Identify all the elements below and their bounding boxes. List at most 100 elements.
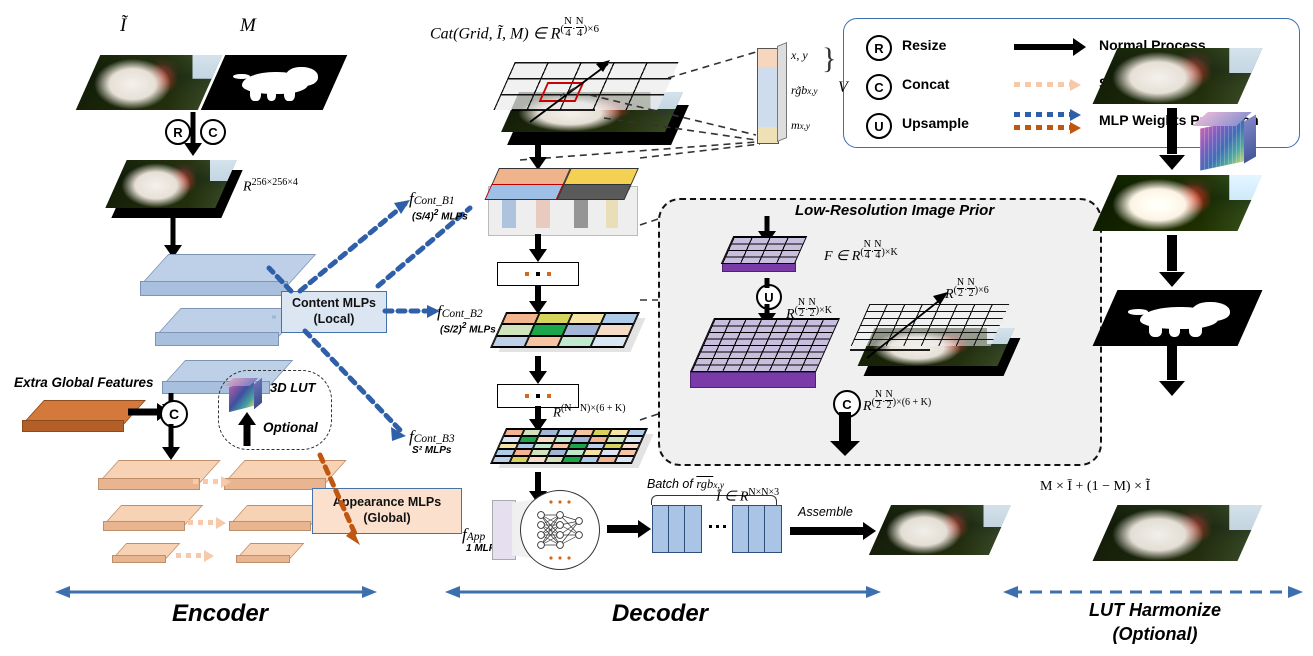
resized-tensor-plate (105, 160, 237, 208)
f-cont-b2-note: (S/2)2 MLPs (440, 320, 496, 336)
extra-global-features-label: Extra Global Features (14, 375, 154, 390)
skip-connection-arrow-3-icon (176, 550, 218, 562)
tensor-to-encoder-arrow-icon (163, 218, 183, 258)
skip-connection-arrow-2-icon (188, 517, 230, 529)
legend-concat-label: Concat (902, 76, 950, 92)
decoder-peach-slab-l1 (98, 460, 221, 490)
vector-v-segment-rgb (758, 66, 778, 129)
b1-to-dots-arrow-icon (528, 234, 548, 262)
lut-cube-icon (224, 377, 262, 413)
decoder-peach-slab-r3 (236, 543, 305, 563)
appearance-mlps-title: Appearance MLPs (332, 495, 442, 510)
appearance-mlps-box[interactable]: Appearance MLPs (Global) (312, 488, 462, 534)
decoder-peach-slab-r1 (224, 460, 347, 490)
upsample-badge-icon: U (866, 113, 892, 139)
f-cont-b1-block (484, 168, 639, 236)
lut-to-mask-arrow-icon (1159, 235, 1185, 287)
concat-op-icon: C (200, 119, 226, 145)
resized-shape-sup: 256×256×4 (251, 177, 298, 188)
legend-skip-arrow-icon (1014, 79, 1086, 91)
cat-to-b1-arrow-icon (528, 140, 548, 170)
vector-v-segment-mask (758, 127, 778, 143)
decoder-peach-slab-l3 (112, 543, 181, 563)
content-mlps-subtitle: (Local) (313, 312, 355, 326)
encoder-feature-slab-1 (140, 254, 317, 296)
mlp-to-batch-arrow-icon (607, 520, 651, 538)
diagram-canvas: R Resize C Concat U Upsample Normal Proc… (0, 0, 1313, 656)
assemble-label: Assemble (798, 505, 853, 519)
content-mlps-title: Content MLPs (291, 296, 377, 311)
input-image-plate (75, 55, 223, 110)
encoder-down-arrow-b-icon (161, 424, 181, 460)
prior-grid-shape-label: R( N 2 · N 2)×6 (945, 277, 989, 303)
legend-upsample-label: Upsample (902, 115, 969, 131)
f-cont-b2-grid (489, 312, 646, 352)
extra-global-features-slab (22, 400, 146, 432)
low-res-prior-title: Low-Resolution Image Prior (795, 202, 995, 219)
f-cont-b2-label: fCont_B2 (437, 302, 483, 321)
vector-mask-label: mx,y (791, 118, 810, 132)
cat-expression-label: Cat(Grid, Ĩ, M) ∈ R( N 4 · N 4)×6 (430, 15, 600, 43)
lut-mask-plate (1092, 290, 1263, 346)
grid-axes-icon (512, 60, 610, 123)
vector-brace-icon: } (822, 42, 837, 75)
skip-connection-arrow-1-icon (193, 476, 235, 488)
prior-f-label: F ∈ R( N 4 · N 4)×K (824, 239, 898, 265)
b2-to-dots-arrow-icon (528, 356, 548, 384)
f-cont-b3-note: S² MLPs (412, 445, 452, 456)
prior-upsample-arrow-top-icon (758, 278, 776, 290)
legend-resize-label: Resize (902, 37, 947, 53)
assemble-arrow-icon (790, 522, 876, 540)
legend-mlp-blue-arrow-icon (1014, 109, 1086, 121)
appearance-mlps-subtitle: (Global) (363, 511, 411, 525)
r-nn-shape-label: R(N · N)×(6 + K) (553, 403, 626, 420)
vector-rgb-label: rg̃bx,y (791, 83, 818, 97)
f-cont-b1-label: fCont_B1 (409, 189, 455, 208)
resize-badge-icon: R (866, 35, 892, 61)
concat-badge-icon: C (866, 74, 892, 100)
batch-label: Batch of rgbx,y (647, 477, 725, 491)
lut-up-arrow-icon (237, 412, 257, 446)
prior-upsampled-slab (689, 318, 852, 388)
lut-input-image-plate (1092, 48, 1263, 104)
content-mlps-box[interactable]: Content MLPs (Local) (281, 291, 387, 333)
decoder-peach-slab-r2 (229, 505, 330, 531)
lut-label: 3D LUT (270, 380, 316, 395)
prior-feature-slab-f (720, 236, 812, 272)
lut-optional-label: Optional (263, 420, 318, 435)
vector-v-bar (757, 48, 779, 144)
f-cont-b3-grid (489, 428, 654, 470)
lut-apply-arrow-icon (1159, 108, 1185, 170)
f-cont-b1-note: (S/4)2 MLPs (412, 207, 468, 223)
vector-xy-label: x, y (791, 48, 808, 62)
final-output-image-plate (1092, 505, 1263, 561)
decoder-peach-slab-l2 (103, 505, 204, 531)
output-shape-label: Ī ∈ RN×N×3 (716, 487, 780, 505)
legend-mlp-orange-arrow-icon (1014, 122, 1086, 134)
mlp-network-icon (520, 490, 600, 570)
lut-harmonize-section-label: LUT Harmonize (1088, 600, 1221, 620)
dots-to-b2-arrow-icon (528, 286, 548, 314)
blend-expression-label: M × Ī + (1 − M) × Ĩ (1040, 479, 1151, 494)
lut-output-image-plate (1092, 175, 1263, 231)
prior-concat-arrow-icon (830, 412, 860, 456)
vector-v-segment-xy (758, 49, 778, 68)
resized-shape-label: R256×256×4 (243, 177, 298, 195)
mask-label: M (240, 15, 256, 36)
batch-of-rgb-stack (652, 505, 782, 555)
input-mask-plate (200, 55, 348, 110)
prior-grid-axes-icon (850, 292, 948, 359)
vector-v-label: V (838, 79, 848, 96)
lut-harmonize-section-sublabel: (Optional) (1112, 624, 1198, 644)
lut-cube-large-icon (1192, 112, 1256, 171)
blend-arrow-icon (1159, 344, 1185, 396)
encoder-feature-slab-2 (155, 308, 305, 346)
prior-concat-shape-label: R( N 2 · N 2)×(6 + K) (863, 389, 932, 415)
vector-v-side (777, 41, 787, 143)
decoder-output-image-plate (868, 505, 1012, 555)
f-cont-b3-label: fCont_B3 (409, 427, 455, 446)
decoder-section-label: Decoder (611, 600, 709, 627)
encoder-section-label: Encoder (171, 600, 269, 627)
resize-op-icon: R (165, 119, 191, 145)
f-app-label: fApp (462, 525, 486, 544)
